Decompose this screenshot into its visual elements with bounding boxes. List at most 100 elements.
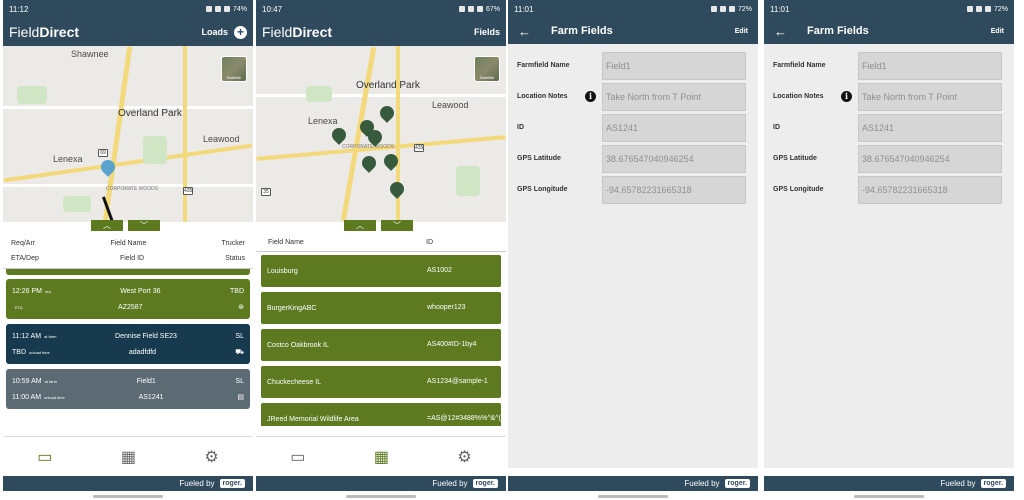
- battery-text: 67%: [485, 5, 500, 13]
- farmfield-name-field[interactable]: Field1: [858, 51, 1002, 80]
- trailer-nav-icon[interactable]: ▭: [37, 447, 52, 467]
- load-time2-type: unload time: [29, 349, 50, 355]
- map-pin-icon[interactable]: [359, 153, 379, 173]
- field-row[interactable]: Costco Oakbrook IL AS400#ID-1by4: [261, 329, 501, 361]
- highway-shield: 435: [183, 187, 193, 195]
- footer: Fueled by roger.: [764, 476, 1014, 491]
- map-label-overland-park: Overland Park: [356, 80, 420, 91]
- battery-text: 74%: [232, 5, 247, 13]
- form-row: Farmfield Name Field1: [508, 50, 758, 81]
- fueled-by-text: Fueled by: [940, 479, 976, 488]
- chevron-down-icon[interactable]: ﹀: [381, 220, 413, 231]
- highway-shield: 435: [414, 144, 424, 152]
- edit-button[interactable]: Edit: [991, 28, 1004, 35]
- load-time: 10:59 AM: [12, 377, 42, 385]
- field-row[interactable]: BurgerKingABC whooper123: [261, 292, 501, 324]
- form-label: Farmfield Name: [517, 62, 570, 69]
- back-arrow-icon[interactable]: ←: [774, 24, 787, 39]
- info-icon[interactable]: i: [585, 91, 596, 102]
- map-pin-icon[interactable]: [387, 179, 407, 199]
- status-icons: 67%: [458, 5, 500, 13]
- fields-nav-icon[interactable]: ▦: [121, 447, 136, 467]
- col-trucker: Trucker: [221, 240, 245, 247]
- battery-text: 72%: [737, 5, 752, 13]
- load-time: 12:26 PM: [12, 287, 42, 295]
- field-row[interactable]: JReed Memorial Wildlife Area =AS@12#3488%…: [261, 403, 506, 426]
- status-time: 11:01: [514, 4, 534, 14]
- home-indicator[interactable]: [346, 495, 416, 498]
- roger-logo: roger.: [724, 479, 750, 488]
- field-name: Louisburg: [267, 267, 298, 275]
- roger-logo: roger.: [219, 479, 245, 488]
- fields-nav-icon[interactable]: ▦: [374, 447, 389, 467]
- chevron-up-icon[interactable]: ︿: [344, 220, 376, 231]
- gps-latitude-field[interactable]: 38.676547040946254: [858, 144, 1002, 173]
- farm-fields-screen: 11:01 72% ← Farm Fields Edit Farmfield N…: [508, 0, 758, 500]
- form-row: GPS Longitude -94.65782231665318: [508, 174, 758, 205]
- form-label: Location Notes: [773, 93, 824, 100]
- form-label: ID: [773, 124, 780, 131]
- loads-action[interactable]: Loads +: [201, 25, 247, 39]
- screens: 11:12 74% FieldDirect Loads + Shawnee Ove…: [0, 0, 1024, 500]
- load-card[interactable]: 10:59 AM at farm Field1 SL 11:00 AM unload t…: [6, 369, 250, 409]
- gear-icon[interactable]: ⚙: [457, 447, 471, 467]
- home-indicator[interactable]: [598, 495, 668, 498]
- map-pin-icon[interactable]: [377, 103, 397, 123]
- home-indicator[interactable]: [93, 495, 163, 498]
- form-row: Farmfield Name Field1: [764, 50, 1014, 81]
- id-field[interactable]: AS1241: [858, 113, 1002, 142]
- satellite-toggle[interactable]: Satellite: [221, 56, 247, 82]
- brand-logo: FieldDirect: [9, 24, 79, 40]
- satellite-label: Satellite: [226, 75, 242, 80]
- field-row[interactable]: Chuckecheese IL AS1234@sample-1: [261, 366, 501, 398]
- load-card[interactable]: 11:12 AM at farm Dennise Field SE23 SL TBD u…: [6, 324, 250, 364]
- form-row: GPS Latitude 38.676547040946254: [764, 143, 1014, 174]
- col-status: Status: [225, 255, 245, 262]
- loads-list[interactable]: 12:26 PM req West Port 36 TBD ETA AZ2587 ⊛ 11…: [3, 269, 253, 424]
- location-notes-field[interactable]: Take North from T Point: [602, 82, 746, 111]
- truck-icon: ⛟: [235, 348, 244, 356]
- farmfield-name-field[interactable]: Field1: [602, 51, 746, 80]
- fueled-by-text: Fueled by: [179, 479, 215, 488]
- gps-longitude-field[interactable]: -94.65782231665318: [858, 175, 1002, 204]
- load-time2-type: ETA: [15, 304, 23, 310]
- add-load-icon[interactable]: +: [234, 25, 247, 39]
- field-row[interactable]: Louisburg AS1002: [261, 255, 501, 287]
- gear-icon[interactable]: ⚙: [204, 447, 218, 467]
- load-field-id: adadfdfd: [128, 348, 157, 356]
- fields-action[interactable]: Fields: [474, 27, 500, 37]
- list-item[interactable]: [6, 269, 250, 275]
- status-bar: 11:01 72%: [508, 0, 758, 18]
- map-label-corporate-woods: CORPORATE WOODS: [342, 144, 395, 150]
- footer: Fueled by roger.: [3, 476, 253, 491]
- satellite-toggle[interactable]: Satellite: [474, 56, 500, 82]
- load-trucker: SL: [235, 332, 244, 340]
- back-arrow-icon[interactable]: ←: [518, 24, 531, 39]
- status-icons: 72%: [966, 6, 1008, 13]
- form-label: GPS Longitude: [773, 186, 824, 193]
- map-view[interactable]: Overland Park Lenexa Leawood CORPORATE W…: [256, 46, 506, 222]
- field-name: Costco Oakbrook IL: [267, 341, 329, 349]
- loads-list-header: Req/Arr Field Name Trucker ETA/Dep Field ID…: [3, 234, 253, 269]
- col-id: ID: [426, 239, 433, 246]
- fields-list[interactable]: Louisburg AS1002 BurgerKingABC whooper123 …: [256, 252, 506, 426]
- id-field[interactable]: AS1241: [602, 113, 746, 142]
- location-notes-field[interactable]: Take North from T Point: [858, 82, 1002, 111]
- chevron-down-icon[interactable]: ﹀: [128, 220, 160, 231]
- bottom-nav: ▭ ▦ ⚙: [256, 436, 506, 476]
- gps-longitude-field[interactable]: -94.65782231665318: [602, 175, 746, 204]
- edit-button[interactable]: Edit: [735, 28, 748, 35]
- farm-fields-screen: 11:01 72% ← Farm Fields Edit Farmfield N…: [764, 0, 1014, 500]
- trailer-nav-icon[interactable]: ▭: [290, 447, 305, 467]
- map-label-shawnee: Shawnee: [71, 49, 109, 59]
- map-view[interactable]: Shawnee Overland Park Leawood Lenexa COR…: [3, 46, 253, 222]
- chevron-up-icon[interactable]: ︿: [91, 220, 123, 231]
- info-icon[interactable]: i: [841, 91, 852, 102]
- map-pin-icon[interactable]: [329, 125, 349, 145]
- load-card[interactable]: 12:26 PM req West Port 36 TBD ETA AZ2587 ⊛: [6, 279, 250, 319]
- home-indicator[interactable]: [854, 495, 924, 498]
- field-id: =AS@12#3488%%^&^()!=: [427, 415, 506, 422]
- field-name: JReed Memorial Wildlife Area: [267, 415, 359, 423]
- gps-latitude-field[interactable]: 38.676547040946254: [602, 144, 746, 173]
- document-icon: ▤: [237, 394, 244, 401]
